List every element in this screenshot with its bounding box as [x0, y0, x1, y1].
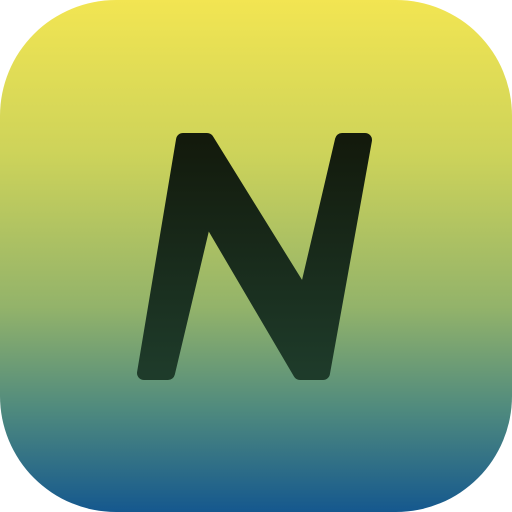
app-icon[interactable] — [0, 0, 512, 512]
app-icon-graphic — [0, 0, 512, 512]
